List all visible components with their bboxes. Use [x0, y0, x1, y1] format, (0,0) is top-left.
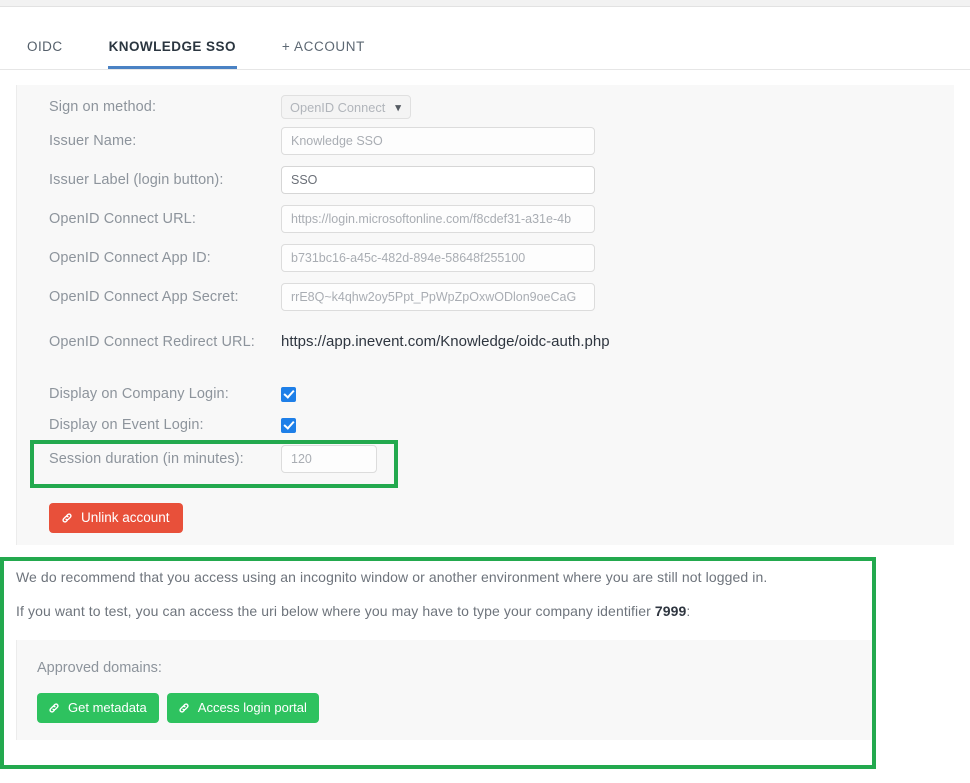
row-issuer-label: Issuer Label (login button): SSO: [49, 166, 595, 194]
display-event-login-checkbox[interactable]: [281, 417, 296, 433]
approved-domains-actions: Get metadata Access login portal: [37, 693, 319, 723]
label-sign-on-method: Sign on method:: [49, 99, 157, 115]
approved-domains-panel: Approved domains: Get metadata Access lo…: [16, 640, 872, 740]
sso-settings-panel: Sign on method: OpenID Connect ▾ Issuer …: [16, 85, 954, 545]
access-login-portal-button[interactable]: Access login portal: [166, 693, 319, 723]
tab-list: OIDC KNOWLEDGE SSO + ACCOUNT: [26, 15, 410, 69]
row-connect-url: OpenID Connect URL: https://login.micros…: [49, 205, 595, 233]
tab-oidc[interactable]: OIDC: [26, 39, 64, 69]
link-icon: [60, 511, 74, 525]
label-app-id: OpenID Connect App ID:: [49, 250, 211, 266]
label-redirect-url: OpenID Connect Redirect URL:: [49, 333, 255, 350]
label-approved-domains: Approved domains:: [37, 660, 162, 676]
access-login-portal-label: Access login portal: [197, 700, 307, 715]
link-icon: [177, 701, 191, 715]
unlink-account-label: Unlink account: [81, 510, 170, 525]
label-display-company-login: Display on Company Login:: [49, 386, 229, 402]
row-session-duration: Session duration (in minutes): 120: [49, 445, 377, 473]
link-icon: [47, 701, 61, 715]
row-unlink-account: Unlink account: [49, 503, 183, 533]
display-company-login-checkbox[interactable]: [281, 386, 296, 402]
tab-add-account[interactable]: + ACCOUNT: [281, 39, 366, 69]
row-redirect-url: OpenID Connect Redirect URL: https://app…: [49, 333, 610, 350]
info-test-uri-prefix: If you want to test, you can access the …: [16, 603, 655, 619]
label-issuer-label: Issuer Label (login button):: [49, 172, 224, 188]
row-display-company-login: Display on Company Login:: [49, 386, 296, 402]
row-app-secret: OpenID Connect App Secret: rrE8Q~k4qhw2o…: [49, 283, 595, 311]
issuer-name-input[interactable]: Knowledge SSO: [281, 127, 595, 155]
label-issuer-name: Issuer Name:: [49, 133, 137, 149]
chevron-down-icon: ▾: [395, 101, 401, 114]
info-recommendation-text: We do recommend that you access using an…: [16, 569, 768, 585]
tab-knowledge-sso[interactable]: KNOWLEDGE SSO: [107, 39, 237, 69]
sign-on-method-value: OpenID Connect: [290, 99, 386, 115]
label-display-event-login: Display on Event Login:: [49, 417, 204, 433]
window-chrome-strip: [0, 0, 970, 7]
get-metadata-button[interactable]: Get metadata: [37, 693, 159, 723]
info-test-uri-text: If you want to test, you can access the …: [16, 603, 690, 619]
row-app-id: OpenID Connect App ID: b731bc16-a45c-482…: [49, 244, 595, 272]
row-sign-on-method: Sign on method: OpenID Connect ▾: [49, 95, 411, 119]
row-issuer-name: Issuer Name: Knowledge SSO: [49, 127, 595, 155]
label-app-secret: OpenID Connect App Secret:: [49, 289, 239, 305]
get-metadata-label: Get metadata: [68, 700, 147, 715]
sign-on-method-select[interactable]: OpenID Connect ▾: [281, 95, 411, 119]
sso-info-section: We do recommend that you access using an…: [0, 558, 872, 768]
company-identifier: 7999: [654, 603, 687, 619]
page-root: OIDC KNOWLEDGE SSO + ACCOUNT Sign on met…: [0, 0, 970, 783]
app-id-input[interactable]: b731bc16-a45c-482d-894e-58648f255100: [281, 244, 595, 272]
info-test-uri-suffix: :: [686, 603, 691, 619]
tab-bar: OIDC KNOWLEDGE SSO + ACCOUNT: [0, 8, 970, 70]
unlink-account-button[interactable]: Unlink account: [49, 503, 183, 533]
row-display-event-login: Display on Event Login:: [49, 417, 296, 433]
session-duration-input[interactable]: 120: [281, 445, 377, 473]
label-session-duration: Session duration (in minutes):: [49, 451, 244, 467]
issuer-label-input[interactable]: SSO: [281, 166, 595, 194]
redirect-url-value: https://app.inevent.com/Knowledge/oidc-a…: [281, 333, 610, 350]
connect-url-input[interactable]: https://login.microsoftonline.com/f8cdef…: [281, 205, 595, 233]
label-connect-url: OpenID Connect URL:: [49, 211, 196, 227]
app-secret-input[interactable]: rrE8Q~k4qhw2oy5Ppt_PpWpZpOxwODlon9oeCaG: [281, 283, 595, 311]
